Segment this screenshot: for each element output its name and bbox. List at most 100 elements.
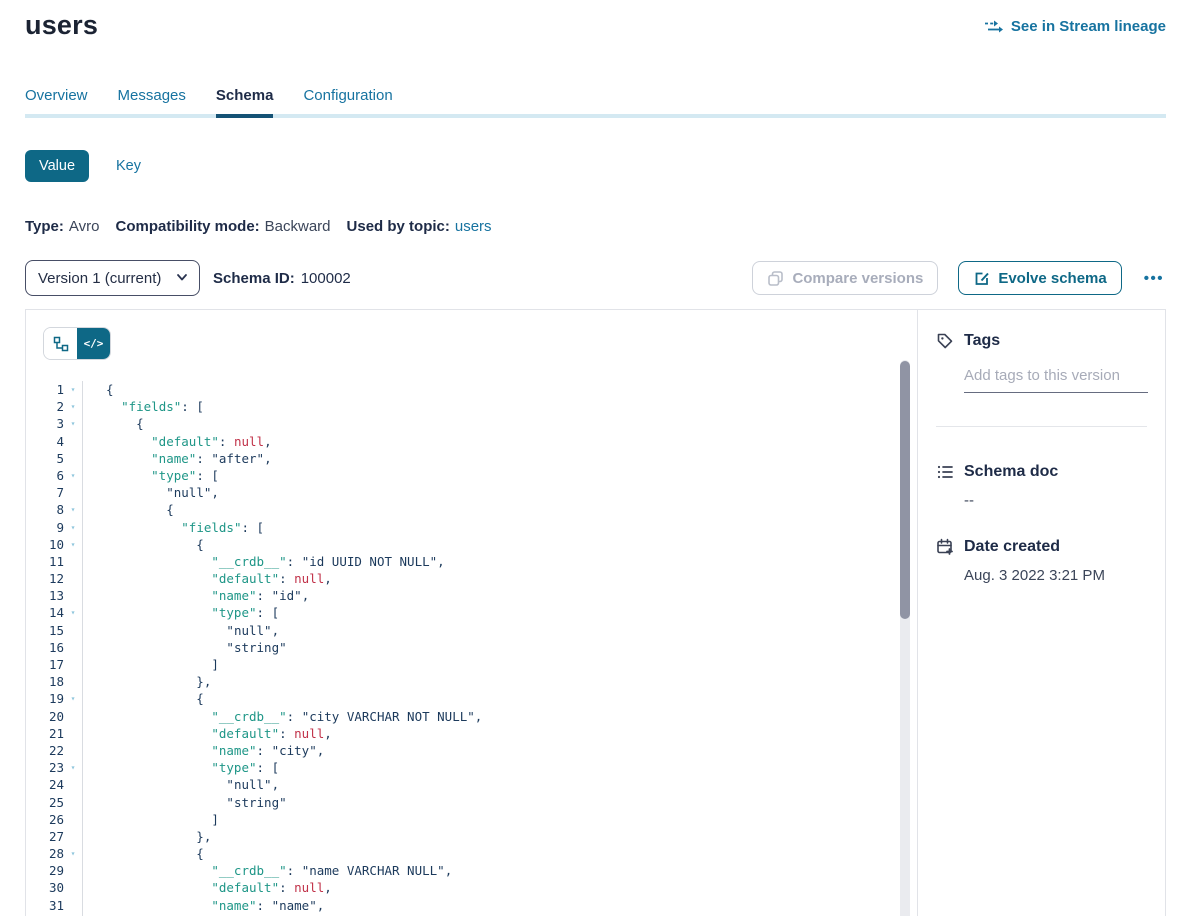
details-sidebar: Tags Schema doc [917,310,1165,916]
code-line: 6▾ "type": [ [34,467,917,484]
fold-toggle-icon[interactable]: ▾ [64,690,82,707]
line-number: 16 [34,639,64,656]
type-label: Type: [25,218,64,235]
compatibility-label: Compatibility mode: [115,218,259,235]
fold-spacer [64,794,82,811]
line-number: 8 [34,501,64,518]
code-text: "string" [82,639,917,656]
line-number: 24 [34,776,64,793]
schema-doc-title: Schema doc [964,463,1058,481]
fold-toggle-icon[interactable]: ▾ [64,381,82,398]
fold-spacer [64,708,82,725]
tree-view-icon [53,336,69,352]
fold-toggle-icon[interactable]: ▾ [64,467,82,484]
evolve-schema-button[interactable]: Evolve schema [958,261,1121,295]
stream-lineage-link[interactable]: See in Stream lineage [984,18,1166,35]
line-number: 2 [34,398,64,415]
fold-spacer [64,450,82,467]
more-options-button[interactable]: ••• [1142,270,1166,287]
schema-id-label: Schema ID: [213,270,295,287]
line-number: 20 [34,708,64,725]
code-text: { [82,501,917,518]
list-icon [936,463,954,481]
topic-link[interactable]: users [455,218,492,235]
tab-messages[interactable]: Messages [118,87,186,118]
editor-toolbar: </> [26,310,917,360]
fold-spacer [64,811,82,828]
line-number: 4 [34,433,64,450]
fold-toggle-icon[interactable]: ▾ [64,536,82,553]
fold-toggle-icon[interactable]: ▾ [64,519,82,536]
code-line: 15 "null", [34,622,917,639]
fold-spacer [64,725,82,742]
compare-versions-label: Compare versions [792,270,923,287]
compare-versions-icon [767,270,784,287]
code-text: { [82,415,917,432]
compatibility-value: Backward [265,218,331,235]
editor-scrollbar[interactable] [900,360,910,916]
code-line: 24 "null", [34,776,917,793]
schema-doc-value: -- [964,492,1147,509]
fold-spacer [64,862,82,879]
line-number: 13 [34,587,64,604]
date-created-value: Aug. 3 2022 3:21 PM [964,567,1147,584]
code-line: 30 "default": null, [34,879,917,896]
line-number: 22 [34,742,64,759]
sidebar-divider [936,426,1147,427]
code-line: 31 "name": "name", [34,897,917,914]
tree-view-button[interactable] [44,328,77,359]
code-text: "name": "id", [82,587,917,604]
fold-toggle-icon[interactable]: ▾ [64,501,82,518]
code-line: 8▾ { [34,501,917,518]
line-number: 6 [34,467,64,484]
key-toggle-button[interactable]: Key [116,158,141,174]
code-line: 9▾ "fields": [ [34,519,917,536]
version-bar: Version 1 (current) Schema ID: 100002 Co… [25,260,1166,296]
code-text: "default": null, [82,570,917,587]
fold-toggle-icon[interactable]: ▾ [64,604,82,621]
fold-toggle-icon[interactable]: ▾ [64,415,82,432]
code-text: "default": null, [82,879,917,896]
schema-panel: </> 1▾{2▾ "fields": [3▾ {4 "default": nu… [25,309,1166,916]
code-text: "type": [ [82,759,917,776]
code-text: "__crdb__": "id UUID NOT NULL", [82,553,917,570]
line-number: 21 [34,725,64,742]
line-number: 25 [34,794,64,811]
fold-spacer [64,879,82,896]
fold-spacer [64,433,82,450]
code-line: 20 "__crdb__": "city VARCHAR NOT NULL", [34,708,917,725]
code-line: 25 "string" [34,794,917,811]
code-line: 11 "__crdb__": "id UUID NOT NULL", [34,553,917,570]
code-lines: 1▾{2▾ "fields": [3▾ {4 "default": null,5… [26,381,917,916]
line-number: 17 [34,656,64,673]
value-toggle-button[interactable]: Value [25,150,89,182]
tab-overview[interactable]: Overview [25,87,88,118]
tags-section: Tags [936,332,1147,393]
fold-spacer [64,776,82,793]
code-line: 22 "name": "city", [34,742,917,759]
fold-spacer [64,570,82,587]
header: users See in Stream lineage [25,0,1166,41]
code-text: "null", [82,622,917,639]
tab-configuration[interactable]: Configuration [303,87,392,118]
fold-toggle-icon[interactable]: ▾ [64,759,82,776]
version-select[interactable]: Version 1 (current) [25,260,200,296]
fold-toggle-icon[interactable]: ▾ [64,398,82,415]
tab-bar: Overview Messages Schema Configuration [25,87,1166,118]
line-number: 23 [34,759,64,776]
code-view-button[interactable]: </> [77,328,110,359]
fold-spacer [64,553,82,570]
tab-schema[interactable]: Schema [216,87,274,118]
add-tags-input[interactable] [964,367,1148,393]
code-line: 14▾ "type": [ [34,604,917,621]
code-line: 27 }, [34,828,917,845]
scrollbar-thumb[interactable] [900,361,910,619]
code-text: ] [82,656,917,673]
code-text: "type": [ [82,467,917,484]
fold-toggle-icon[interactable]: ▾ [64,845,82,862]
compare-versions-button[interactable]: Compare versions [752,261,938,295]
value-key-toggle: Value Key [25,150,1166,182]
line-number: 3 [34,415,64,432]
fold-spacer [64,673,82,690]
schema-editor: </> 1▾{2▾ "fields": [3▾ {4 "default": nu… [26,310,917,916]
